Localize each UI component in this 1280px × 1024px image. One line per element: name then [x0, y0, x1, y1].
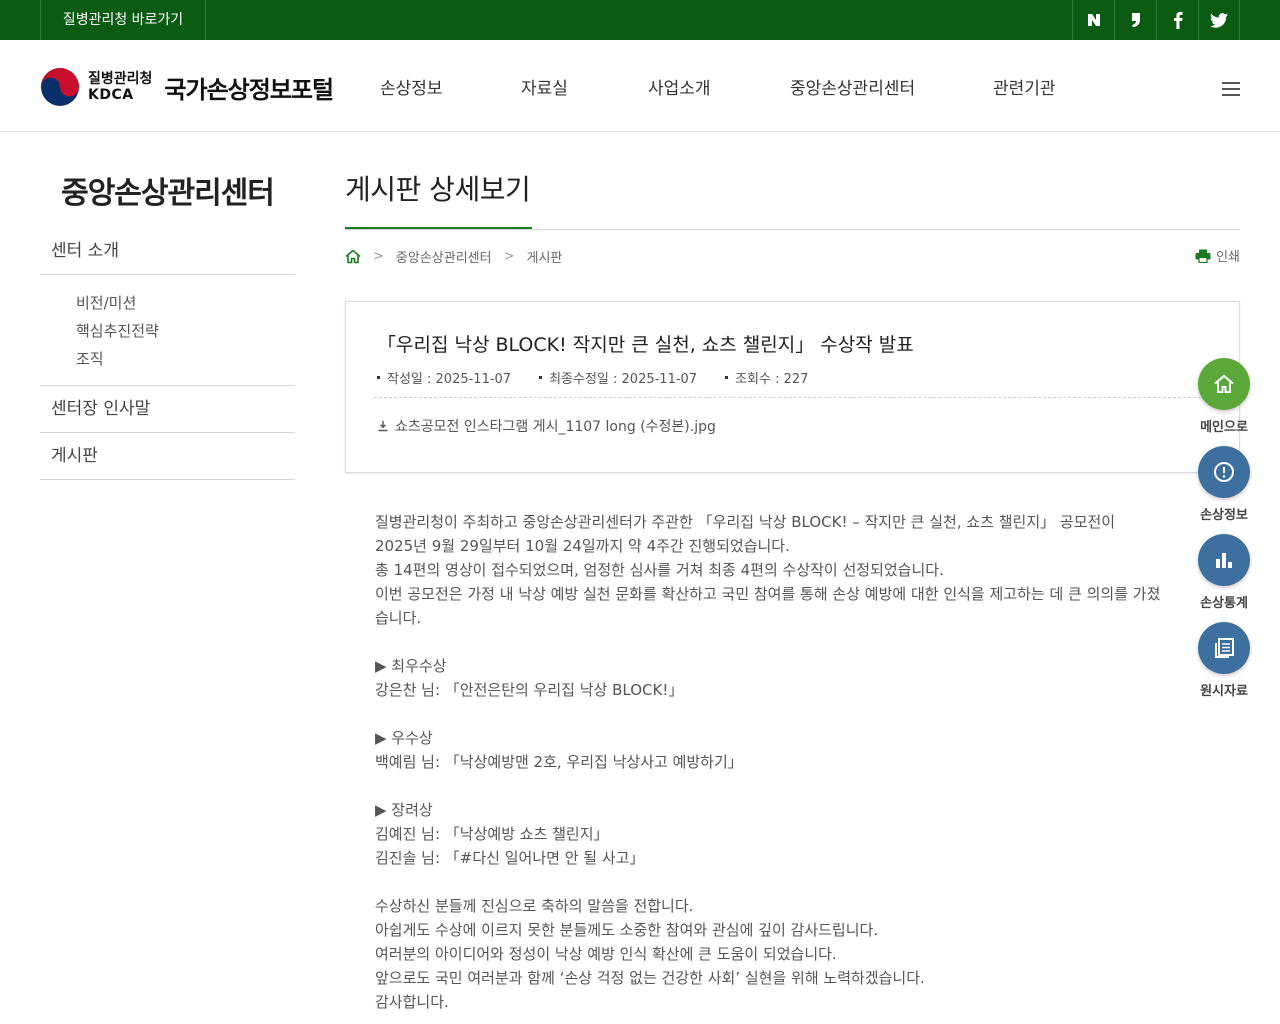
post-header-box: 「우리집 낙상 BLOCK! 작지만 큰 실천, 쇼츠 챌린지」 수상작 발표 … — [345, 301, 1240, 473]
award-heading-grand: ▶ 최우수상 — [375, 657, 447, 675]
side-nav-item-greeting[interactable]: 센터장 인사말 — [40, 386, 295, 432]
attachment-filename: 쇼츠공모전 인스타그램 게시_1107 long (수정본).jpg — [395, 419, 716, 435]
kdca-logo-text: 질병관리청 KDCA — [88, 71, 152, 103]
gnb-item-archive[interactable]: 자료실 — [521, 74, 568, 99]
award-heading-excellence: ▶ 우수상 — [375, 729, 433, 747]
post-body: 질병관리청이 주최하고 중앙손상관리센터가 주관한 「우리집 낙상 BLOCK!… — [375, 510, 1235, 1014]
side-nav-item-board[interactable]: 게시판 — [40, 433, 295, 479]
post-view-count: 조회수 : 227 — [725, 368, 808, 387]
post-title: 「우리집 낙상 BLOCK! 작지만 큰 실천, 쇼츠 챌린지」 수상작 발표 — [377, 334, 914, 356]
print-label: 인쇄 — [1216, 250, 1240, 265]
award-winner: 김진솔 님: 「#다신 일어나면 안 될 사고」 — [375, 849, 645, 867]
side-nav-sub-vision[interactable]: 비전/미션 — [76, 289, 295, 317]
printer-icon — [1195, 249, 1211, 263]
body-line: 총 14편의 영상이 접수되었으며, 엄정한 심사를 거쳐 최종 4편의 수상작… — [375, 561, 944, 579]
quick-statistics-label: 손상통계 — [1200, 596, 1248, 611]
body-line: 앞으로도 국민 여러분과 함께 ‘손상 걱정 없는 건강한 사회’ 실현을 위해… — [375, 969, 925, 987]
info-icon — [1198, 446, 1250, 498]
breadcrumb: > 중앙손상관리센터 > 게시판 — [345, 246, 562, 266]
naver-post-icon[interactable] — [1114, 0, 1156, 40]
kdca-logo-en: KDCA — [88, 87, 134, 103]
kdca-emblem-icon — [41, 68, 79, 106]
title-divider — [345, 229, 1240, 230]
bar-chart-icon — [1198, 534, 1250, 586]
kdca-logo-ko: 질병관리청 — [88, 71, 153, 87]
body-line: 수상하신 분들께 진심으로 축하의 말씀을 전합니다. — [375, 897, 694, 915]
naver-blog-icon[interactable] — [1072, 0, 1114, 40]
kdca-shortcut-link[interactable]: 질병관리청 바로가기 — [40, 0, 206, 40]
side-nav-group-intro: 센터 소개 — [40, 228, 295, 275]
chevron-right-icon: > — [373, 248, 384, 264]
twitter-icon[interactable] — [1198, 0, 1240, 40]
page-title: 게시판 상세보기 — [345, 168, 533, 230]
side-nav-title: 중앙손상관리센터 — [61, 176, 275, 211]
document-icon — [1198, 622, 1250, 674]
post-created-date: 작성일 : 2025-11-07 — [377, 368, 511, 387]
download-icon — [378, 421, 388, 432]
side-nav-group-board: 게시판 — [40, 433, 295, 480]
body-line: 여러분의 아이디어와 정성이 낙상 예방 인식 확산에 큰 도움이 되었습니다. — [375, 945, 837, 963]
attachment-link[interactable]: 쇼츠공모전 인스타그램 게시_1107 long (수정본).jpg — [377, 416, 716, 436]
body-line: 아쉽게도 수상에 이르지 못한 분들께도 소중한 참여와 관심에 깊이 감사드립… — [375, 921, 879, 939]
quick-home-label: 메인으로 — [1200, 420, 1248, 435]
award-winner: 강은찬 님: 「안전은탄의 우리집 낙상 BLOCK!」 — [375, 681, 684, 699]
quick-injury-info-label: 손상정보 — [1200, 508, 1248, 523]
top-bar: 질병관리청 바로가기 — [0, 0, 1280, 40]
side-nav: 중앙손상관리센터 센터 소개 비전/미션 핵심추진전략 조직 센터장 인사말 게… — [40, 168, 295, 480]
social-links — [1072, 0, 1240, 40]
site-logo[interactable]: 질병관리청 KDCA 국가손상정보포털 — [40, 66, 334, 108]
post-divider — [374, 397, 1211, 398]
quick-raw-data-label: 원시자료 — [1200, 684, 1248, 699]
side-nav-sub-strategy[interactable]: 핵심추진전략 — [76, 317, 295, 345]
award-winner: 백예림 님: 「낙상예방맨 2호, 우리집 낙상사고 예방하기」 — [375, 753, 743, 771]
body-line: 2025년 9월 29일부터 10월 24일까지 약 4주간 진행되었습니다. — [375, 537, 790, 555]
side-nav-sub-organization[interactable]: 조직 — [76, 345, 295, 373]
hamburger-menu-icon[interactable] — [1222, 82, 1240, 96]
gnb-item-related-orgs[interactable]: 관련기관 — [993, 74, 1056, 99]
gnb-item-central-center[interactable]: 중앙손상관리센터 — [790, 74, 915, 99]
home-icon[interactable] — [345, 248, 361, 264]
body-line: 감사합니다. — [375, 993, 449, 1011]
post-modified-date: 최종수정일 : 2025-11-07 — [539, 368, 697, 387]
post-meta: 작성일 : 2025-11-07 최종수정일 : 2025-11-07 조회수 … — [377, 368, 836, 387]
quick-statistics-button[interactable]: 손상통계 — [1196, 534, 1252, 611]
main-content: 게시판 상세보기 > 중앙손상관리센터 > 게시판 인쇄 「우리집 낙상 BLO… — [345, 168, 1240, 1011]
breadcrumb-item-center[interactable]: 중앙손상관리센터 — [396, 247, 492, 266]
breadcrumb-item-board[interactable]: 게시판 — [527, 247, 563, 266]
gnb-item-injury-info[interactable]: 손상정보 — [380, 74, 443, 99]
home-icon — [1198, 358, 1250, 410]
award-winner: 김예진 님: 「낙상예방 쇼츠 챌린지」 — [375, 825, 609, 843]
print-button[interactable]: 인쇄 — [1195, 246, 1240, 265]
facebook-icon[interactable] — [1156, 0, 1198, 40]
quick-raw-data-button[interactable]: 원시자료 — [1196, 622, 1252, 699]
quick-home-button[interactable]: 메인으로 — [1196, 358, 1252, 435]
gnb-item-projects[interactable]: 사업소개 — [648, 74, 711, 99]
award-heading-encouragement: ▶ 장려상 — [375, 801, 433, 819]
site-header: 질병관리청 KDCA 국가손상정보포털 손상정보 자료실 사업소개 중앙손상관리… — [0, 40, 1280, 132]
body-line: 질병관리청이 주최하고 중앙손상관리센터가 주관한 「우리집 낙상 BLOCK!… — [375, 513, 1116, 531]
side-nav-group-greeting: 센터장 인사말 — [40, 386, 295, 433]
body-line: 이번 공모전은 가정 내 낙상 예방 실천 문화를 확산하고 국민 참여를 통해… — [375, 585, 1161, 603]
side-nav-item-intro[interactable]: 센터 소개 — [40, 228, 295, 274]
quick-injury-info-button[interactable]: 손상정보 — [1196, 446, 1252, 523]
portal-name: 국가손상정보포털 — [164, 75, 334, 104]
chevron-right-icon: > — [503, 248, 515, 264]
body-line: 습니다. — [375, 609, 422, 627]
side-nav-submenu: 비전/미션 핵심추진전략 조직 — [40, 275, 295, 386]
